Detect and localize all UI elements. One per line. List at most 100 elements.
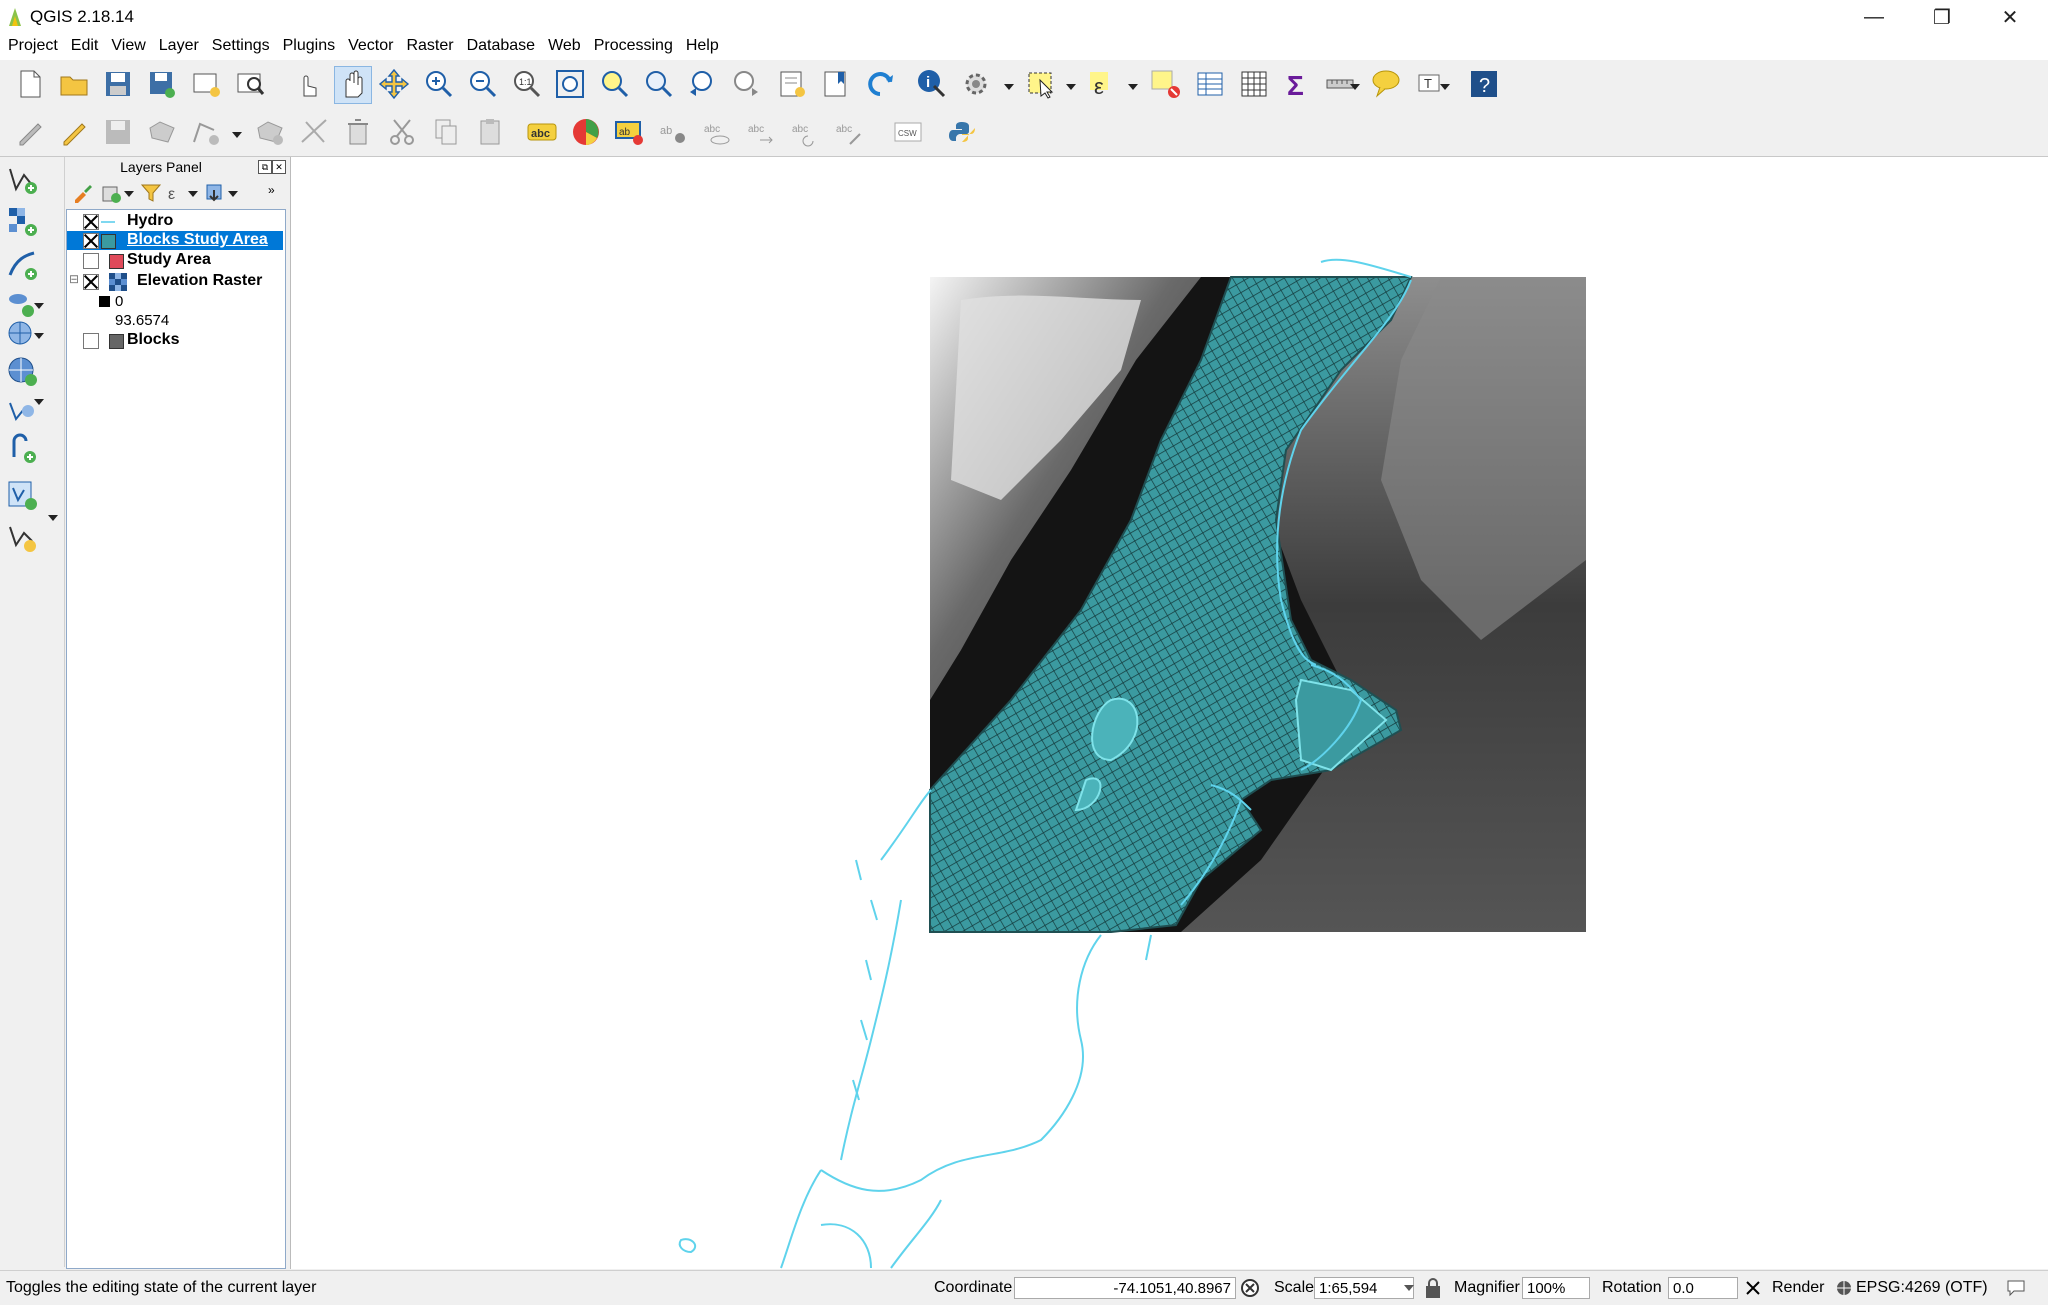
- menu-project[interactable]: Project: [0, 34, 63, 55]
- composer-manager-icon[interactable]: [232, 66, 268, 102]
- move-label-icon[interactable]: abc: [744, 114, 780, 150]
- more-tools-icon[interactable]: »: [268, 183, 275, 197]
- attribute-table-icon[interactable]: [1192, 66, 1228, 102]
- refresh-icon[interactable]: [862, 66, 898, 102]
- render-checkbox[interactable]: [1744, 1279, 1762, 1297]
- scale-dropdown-caret[interactable]: [1404, 1285, 1414, 1291]
- zoom-in-icon[interactable]: [420, 66, 456, 102]
- csw-search-icon[interactable]: CSW: [890, 114, 926, 150]
- zoom-to-selection-icon[interactable]: [596, 66, 632, 102]
- toggle-editing-icon[interactable]: [56, 114, 92, 150]
- save-as-icon[interactable]: [144, 66, 180, 102]
- menu-layer[interactable]: Layer: [151, 34, 204, 55]
- pan-map-icon[interactable]: [334, 66, 372, 104]
- coordinate-toggle-icon[interactable]: [1240, 1278, 1260, 1298]
- layer-diagram-icon[interactable]: [568, 114, 604, 150]
- select-by-expression-icon[interactable]: ε: [1086, 66, 1122, 102]
- minimize-button[interactable]: —: [1840, 0, 1908, 34]
- crs-globe-icon[interactable]: [1836, 1280, 1852, 1296]
- delete-selected-icon[interactable]: [340, 114, 376, 150]
- pan-to-selection-icon[interactable]: [376, 66, 412, 102]
- new-map-view-icon[interactable]: [774, 66, 810, 102]
- layer-visibility-checkbox[interactable]: [83, 233, 99, 249]
- zoom-next-icon[interactable]: [728, 66, 764, 102]
- highlight-pinned-labels-icon[interactable]: ab: [656, 114, 692, 150]
- layer-row-elevation-raster[interactable]: ⊟ Elevation Raster: [67, 272, 283, 292]
- panel-close-button[interactable]: ✕: [272, 160, 286, 174]
- panel-float-button[interactable]: ⧉: [258, 160, 272, 174]
- save-project-icon[interactable]: [100, 66, 136, 102]
- new-project-icon[interactable]: [12, 66, 48, 102]
- layer-visibility-checkbox[interactable]: [83, 214, 99, 230]
- add-wfs-dropdown-caret[interactable]: [34, 399, 44, 405]
- menu-database[interactable]: Database: [459, 34, 541, 55]
- zoom-full-icon[interactable]: [552, 66, 588, 102]
- zoom-native-resolution-icon[interactable]: 1:1: [508, 66, 544, 102]
- current-edits-icon[interactable]: [12, 114, 48, 150]
- layer-visibility-checkbox[interactable]: [83, 253, 99, 269]
- close-button[interactable]: ✕: [1976, 0, 2044, 34]
- manage-themes-caret[interactable]: [124, 191, 134, 197]
- cut-features-icon[interactable]: [384, 114, 420, 150]
- python-console-icon[interactable]: [944, 114, 980, 150]
- select-dropdown-caret[interactable]: [1066, 84, 1076, 90]
- select-features-icon[interactable]: [1024, 66, 1060, 102]
- filter-dropdown-caret[interactable]: [188, 191, 198, 197]
- vertex-dropdown-caret[interactable]: [232, 132, 242, 138]
- help-icon[interactable]: ?: [1466, 66, 1502, 102]
- pin-labels-icon[interactable]: ab: [612, 114, 648, 150]
- measure-dropdown-caret[interactable]: [1350, 84, 1360, 90]
- expand-dropdown-caret[interactable]: [228, 191, 238, 197]
- identify-features-icon[interactable]: i: [914, 66, 950, 102]
- scale-field[interactable]: 1:65,594: [1314, 1277, 1414, 1299]
- add-vector-layer-icon[interactable]: [4, 161, 40, 197]
- layer-row-hydro[interactable]: Hydro: [67, 212, 283, 232]
- new-print-composer-icon[interactable]: [188, 66, 224, 102]
- new-bookmark-icon[interactable]: [818, 66, 854, 102]
- zoom-last-icon[interactable]: [684, 66, 720, 102]
- restore-button[interactable]: ❐: [1908, 0, 1976, 34]
- field-calculator-icon[interactable]: [1236, 66, 1272, 102]
- menu-help[interactable]: Help: [678, 34, 724, 55]
- zoom-to-layer-icon[interactable]: [640, 66, 676, 102]
- filter-legend-icon[interactable]: [140, 182, 162, 204]
- add-virtual-layer-icon[interactable]: [4, 477, 40, 513]
- add-feature-icon[interactable]: [144, 114, 180, 150]
- add-group-icon[interactable]: [100, 182, 122, 204]
- add-spatialite-layer-icon[interactable]: [4, 247, 40, 283]
- filter-by-expression-icon[interactable]: ε: [166, 182, 188, 204]
- coordinate-field[interactable]: -74.1051,40.8967: [1014, 1277, 1236, 1299]
- rotation-field[interactable]: 0.0: [1668, 1277, 1738, 1299]
- crs-label[interactable]: EPSG:4269 (OTF): [1856, 1279, 1988, 1297]
- run-feature-action-icon[interactable]: [958, 66, 994, 102]
- map-tips-icon[interactable]: [1368, 66, 1404, 102]
- annotation-dropdown-caret[interactable]: [1440, 84, 1450, 90]
- layer-visibility-checkbox[interactable]: [83, 333, 99, 349]
- rotate-label-icon[interactable]: abc: [788, 114, 824, 150]
- move-feature-icon[interactable]: [252, 114, 288, 150]
- menu-settings[interactable]: Settings: [204, 34, 275, 55]
- messages-icon[interactable]: [2006, 1279, 2026, 1297]
- add-db-dropdown-caret[interactable]: [34, 303, 44, 309]
- lock-scale-icon[interactable]: [1424, 1277, 1442, 1299]
- vertex-tool-icon[interactable]: [188, 114, 224, 150]
- action-dropdown-caret[interactable]: [1004, 84, 1014, 90]
- show-hide-labels-icon[interactable]: abc: [700, 114, 736, 150]
- layer-row-study-area[interactable]: Study Area: [67, 251, 283, 271]
- menu-view[interactable]: View: [103, 34, 150, 55]
- menu-processing[interactable]: Processing: [586, 34, 678, 55]
- touch-zoom-pan-icon[interactable]: [290, 66, 326, 102]
- node-tool-icon[interactable]: [296, 114, 332, 150]
- layer-row-blocks-study-area[interactable]: Blocks Study Area: [67, 231, 283, 250]
- magnifier-field[interactable]: 100%: [1522, 1277, 1590, 1299]
- layer-row-blocks[interactable]: Blocks: [67, 331, 283, 351]
- style-manager-icon[interactable]: [72, 182, 94, 204]
- expression-dropdown-caret[interactable]: [1128, 84, 1138, 90]
- menu-edit[interactable]: Edit: [63, 34, 104, 55]
- new-shapefile-layer-icon[interactable]: [4, 519, 40, 555]
- add-raster-layer-icon[interactable]: [4, 203, 40, 239]
- menu-plugins[interactable]: Plugins: [275, 34, 340, 55]
- map-canvas[interactable]: [290, 157, 2048, 1269]
- menu-vector[interactable]: Vector: [340, 34, 398, 55]
- collapse-toggle[interactable]: ⊟: [69, 272, 79, 286]
